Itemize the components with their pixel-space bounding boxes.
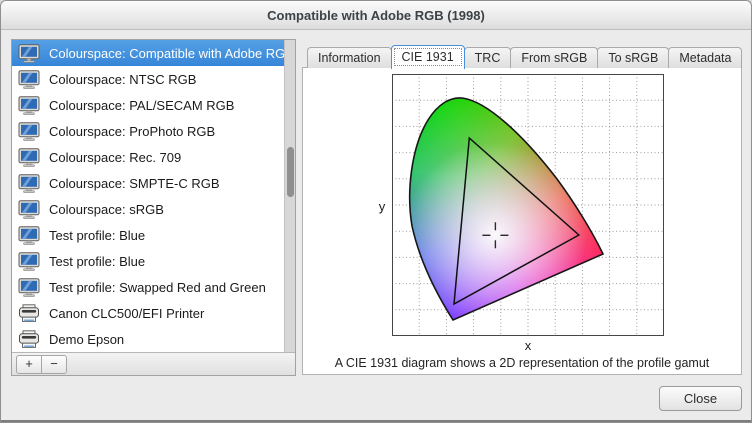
list-item-label: Colourspace: PAL/SECAM RGB — [49, 98, 234, 113]
monitor-icon — [18, 96, 40, 115]
diagram-caption: A CIE 1931 diagram shows a 2D representa… — [303, 356, 741, 370]
list-item[interactable]: Demo Epson — [12, 326, 284, 352]
tab-bar: InformationCIE 1931TRCFrom sRGBTo sRGBMe… — [307, 44, 741, 68]
window-bottom-edge — [1, 420, 751, 422]
cie-1931-diagram — [392, 74, 664, 336]
monitor-icon — [18, 278, 40, 297]
list-item-label: Colourspace: Compatible with Adobe RGB (… — [49, 46, 284, 61]
list-item[interactable]: Test profile: Blue — [12, 222, 284, 248]
close-button[interactable]: Close — [659, 386, 742, 411]
list-item-label: Test profile: Blue — [49, 254, 145, 269]
tab-information[interactable]: Information — [307, 47, 392, 68]
profile-list-panel: Colourspace: Compatible with Adobe RGB (… — [11, 39, 296, 376]
list-item[interactable]: Colourspace: SMPTE-C RGB — [12, 170, 284, 196]
list-item[interactable]: Colourspace: sRGB — [12, 196, 284, 222]
color-profile-dialog: Compatible with Adobe RGB (1998) Colours… — [0, 0, 752, 423]
window-title: Compatible with Adobe RGB (1998) — [267, 8, 485, 23]
monitor-icon — [18, 252, 40, 271]
list-item-label: Colourspace: Rec. 709 — [49, 150, 181, 165]
cie-tab-content: y x A CIE 1931 diagram shows a 2D repres… — [302, 67, 742, 375]
list-item[interactable]: Colourspace: Rec. 709 — [12, 144, 284, 170]
monitor-icon — [18, 70, 40, 89]
remove-profile-button[interactable]: − — [41, 355, 67, 374]
list-item-label: Colourspace: SMPTE-C RGB — [49, 176, 220, 191]
x-axis-label: x — [392, 338, 664, 353]
list-item-label: Test profile: Swapped Red and Green — [49, 280, 266, 295]
printer-icon — [18, 330, 40, 349]
titlebar: Compatible with Adobe RGB (1998) — [1, 1, 751, 30]
list-item[interactable]: Colourspace: ProPhoto RGB — [12, 118, 284, 144]
monitor-icon — [18, 226, 40, 245]
y-axis-label: y — [375, 199, 389, 214]
tab-from-srgb[interactable]: From sRGB — [510, 47, 598, 68]
list-item[interactable]: Test profile: Swapped Red and Green — [12, 274, 284, 300]
list-toolbar: + − — [12, 352, 295, 375]
list-item[interactable]: Canon CLC500/EFI Printer — [12, 300, 284, 326]
tab-cie-1931[interactable]: CIE 1931 — [391, 45, 465, 69]
monitor-icon — [18, 44, 40, 63]
tab-trc[interactable]: TRC — [464, 47, 512, 68]
profile-list: Colourspace: Compatible with Adobe RGB (… — [12, 40, 284, 352]
list-item-label: Colourspace: NTSC RGB — [49, 72, 196, 87]
list-scrollbar-track[interactable] — [284, 40, 295, 352]
list-item-label: Canon CLC500/EFI Printer — [49, 306, 204, 321]
add-profile-button[interactable]: + — [16, 355, 42, 374]
list-item-label: Test profile: Blue — [49, 228, 145, 243]
monitor-icon — [18, 174, 40, 193]
monitor-icon — [18, 148, 40, 167]
list-item[interactable]: Colourspace: Compatible with Adobe RGB (… — [12, 40, 284, 66]
tab-to-srgb[interactable]: To sRGB — [597, 47, 669, 68]
list-item[interactable]: Test profile: Blue — [12, 248, 284, 274]
list-item-label: Colourspace: ProPhoto RGB — [49, 124, 215, 139]
list-scrollbar-thumb[interactable] — [287, 147, 294, 197]
monitor-icon — [18, 200, 40, 219]
list-item[interactable]: Colourspace: PAL/SECAM RGB — [12, 92, 284, 118]
monitor-icon — [18, 122, 40, 141]
list-item[interactable]: Colourspace: NTSC RGB — [12, 66, 284, 92]
list-item-label: Demo Epson — [49, 332, 124, 347]
list-item-label: Colourspace: sRGB — [49, 202, 164, 217]
tab-metadata[interactable]: Metadata — [668, 47, 742, 68]
printer-icon — [18, 304, 40, 323]
